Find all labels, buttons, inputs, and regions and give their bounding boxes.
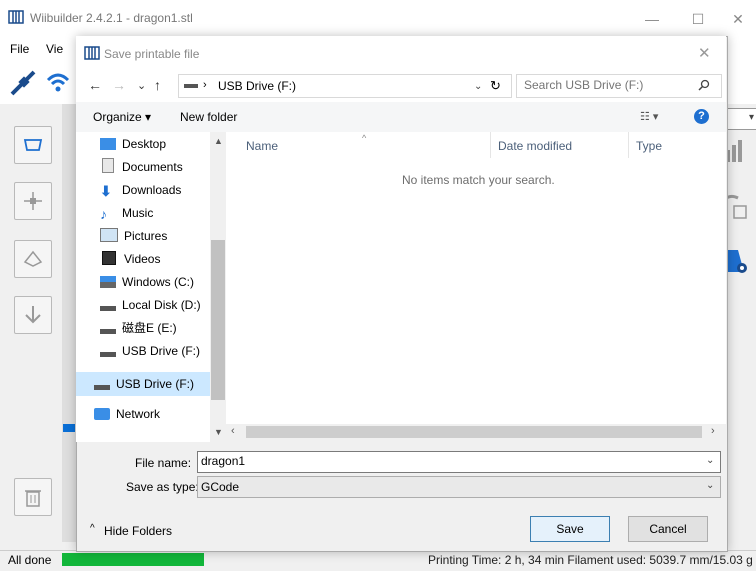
sidebar-item-desktop[interactable]: Desktop: [100, 134, 166, 154]
print-info: Printing Time: 2 h, 34 min Filament used…: [428, 553, 753, 567]
arrow-down-icon: [25, 306, 41, 324]
scrollbar-thumb[interactable]: [211, 240, 225, 400]
pictures-icon: [100, 228, 118, 242]
sidebar-item-usb-drive-f[interactable]: USB Drive (F:): [100, 341, 200, 361]
sort-indicator-icon: ^: [362, 133, 367, 143]
view-options-button[interactable]: ☷ ▾: [640, 110, 658, 123]
new-folder-button[interactable]: New folder: [180, 110, 237, 124]
menu-file[interactable]: File: [10, 42, 29, 56]
menu-view[interactable]: Vie: [46, 42, 63, 56]
wifi-icon[interactable]: [44, 68, 72, 96]
file-name-label: File name:: [135, 456, 192, 470]
app-title: Wiibuilder 2.4.2.1 - dragon1.stl: [30, 11, 193, 25]
breadcrumb[interactable]: USB Drive (F:): [218, 79, 296, 93]
close-button[interactable]: ✕: [718, 6, 756, 32]
empty-message: No items match your search.: [402, 173, 555, 187]
column-divider[interactable]: [490, 132, 491, 158]
sidebar-item-videos[interactable]: Videos: [100, 249, 160, 269]
rotate-icon: [23, 250, 43, 267]
organize-button[interactable]: Organize ▾: [93, 110, 151, 124]
save-button[interactable]: Save: [530, 516, 610, 542]
sidebar-item-usb-drive-f-selected[interactable]: USB Drive (F:): [94, 374, 194, 394]
dialog-close-button[interactable]: ✕: [698, 44, 711, 62]
viewport-marker: [63, 424, 75, 432]
sidebar-item-network[interactable]: Network: [94, 404, 160, 424]
save-as-type-select[interactable]: [197, 476, 721, 498]
drive-c-icon: [100, 276, 116, 288]
viewport[interactable]: [62, 104, 76, 542]
chevron-down-icon[interactable]: ⌄: [706, 455, 714, 466]
column-divider[interactable]: [628, 132, 629, 158]
scroll-right-arrow-icon[interactable]: ›: [711, 425, 715, 437]
status-progress-bar: [62, 553, 204, 566]
status-text: All done: [8, 553, 52, 567]
sidebar-item-local-disk-d[interactable]: Local Disk (D:): [100, 295, 201, 315]
column-header-date-modified[interactable]: Date modified: [498, 139, 572, 153]
scroll-up-arrow-icon[interactable]: ▲: [214, 136, 223, 146]
usb-drive-icon: [100, 345, 116, 357]
sidebar-item-windows-c[interactable]: Windows (C:): [100, 272, 194, 292]
scroll-left-arrow-icon[interactable]: ‹: [231, 425, 235, 437]
cancel-button[interactable]: Cancel: [628, 516, 708, 542]
usb-drive-icon: [94, 378, 110, 390]
sidebar-item-pictures[interactable]: Pictures: [100, 226, 167, 246]
file-name-input[interactable]: [201, 453, 691, 469]
help-button[interactable]: ?: [694, 109, 709, 124]
search-icon[interactable]: [698, 79, 710, 91]
wiibuilder-logo-icon: [8, 10, 24, 24]
connect-plug-icon[interactable]: [8, 68, 38, 98]
chevron-down-icon[interactable]: ⌄: [474, 81, 482, 92]
sidebar-item-documents[interactable]: Documents: [100, 157, 183, 177]
scale-icon: [24, 192, 42, 210]
chevron-up-icon[interactable]: ^: [90, 523, 95, 534]
recent-locations-button[interactable]: ⌄: [137, 79, 146, 92]
minimize-button[interactable]: —: [632, 6, 672, 32]
wiibuilder-logo-icon: [84, 46, 100, 60]
back-button[interactable]: ←: [88, 77, 102, 93]
trash-icon: [25, 490, 41, 507]
drive-icon: [100, 299, 116, 311]
sidebar-item-downloads[interactable]: ⬇ Downloads: [100, 180, 181, 200]
scroll-down-arrow-icon[interactable]: ▼: [214, 427, 223, 437]
forward-button[interactable]: →: [112, 77, 126, 93]
videos-icon: [102, 251, 116, 265]
sidebar-item-disk-e[interactable]: 磁盘E (E:): [100, 318, 177, 338]
chevron-down-icon: ▾: [748, 112, 754, 123]
breadcrumb-chevron-icon: ›: [203, 79, 207, 91]
sidebar-item-music[interactable]: ♪ Music: [100, 203, 153, 223]
music-icon: ♪: [100, 206, 107, 222]
downloads-icon: ⬇: [100, 183, 112, 199]
desktop-icon: [100, 138, 116, 150]
refresh-button[interactable]: ↻: [490, 78, 501, 94]
scrollbar-thumb[interactable]: [246, 426, 702, 438]
column-header-type[interactable]: Type: [636, 139, 662, 153]
hide-folders-button[interactable]: Hide Folders: [104, 524, 172, 538]
chevron-down-icon[interactable]: ⌄: [706, 480, 714, 491]
command-bar: [76, 102, 726, 133]
dialog-title: Save printable file: [104, 47, 200, 61]
save-as-type-label: Save as type:: [126, 480, 199, 494]
column-header-name[interactable]: Name: [246, 139, 278, 153]
search-input[interactable]: [524, 76, 694, 94]
up-button[interactable]: ↑: [154, 77, 161, 93]
documents-icon: [102, 158, 114, 173]
move-icon: [23, 139, 43, 151]
drive-icon: [184, 84, 198, 88]
drive-icon: [100, 322, 116, 334]
network-icon: [94, 408, 110, 420]
maximize-button[interactable]: ☐: [678, 6, 718, 32]
save-as-type-value: GCode: [201, 480, 240, 494]
